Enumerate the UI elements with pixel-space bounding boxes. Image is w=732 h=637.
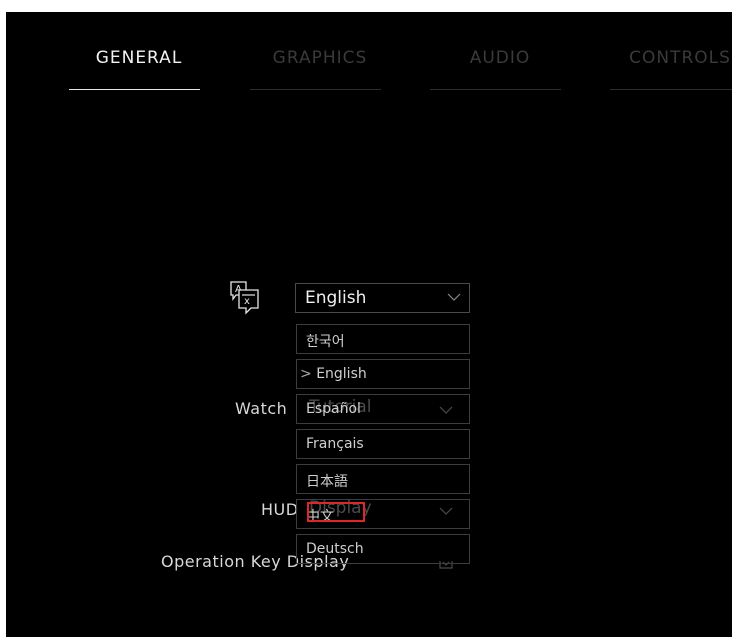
language-option-label: 한국어 [306, 334, 345, 350]
tab-audio[interactable]: AUDIO [430, 48, 570, 90]
tab-graphics-label: GRAPHICS [272, 48, 368, 68]
tab-controls[interactable]: CONTROLS [610, 48, 732, 90]
tab-general-label: GENERAL [95, 48, 183, 68]
tab-controls-underline [610, 89, 732, 90]
translate-icon: A x [230, 281, 259, 315]
tab-audio-underline [430, 89, 561, 90]
language-option-label: English [316, 366, 367, 382]
hud-display-label: HUD [261, 500, 299, 519]
language-option-label: 日本語 [306, 474, 348, 490]
language-option-japanese[interactable]: 日本語 [296, 464, 470, 494]
language-option-german[interactable]: Deutsch [296, 534, 470, 564]
language-select[interactable]: English [295, 283, 470, 313]
language-option-korean[interactable]: 한국어 [296, 324, 470, 354]
svg-text:x: x [244, 296, 250, 307]
language-option-label: Deutsch [306, 541, 364, 557]
language-select-value: English [305, 288, 367, 308]
language-option-english[interactable]: > English [296, 359, 470, 389]
tab-general[interactable]: GENERAL [69, 48, 209, 90]
tab-general-underline [69, 89, 200, 90]
tab-graphics[interactable]: GRAPHICS [250, 48, 390, 90]
language-option-spanish[interactable]: Español [296, 394, 470, 424]
language-option-label: Français [306, 436, 364, 452]
selection-highlight-box [307, 502, 365, 522]
language-option-label: Español [306, 401, 361, 417]
language-option-french[interactable]: Français [296, 429, 470, 459]
watch-tutorial-label: Watch [235, 399, 288, 418]
tab-controls-label: CONTROLS [629, 48, 731, 68]
tab-graphics-underline [250, 89, 381, 90]
settings-panel: GENERAL GRAPHICS AUDIO CONTROLS Watch Tu… [6, 12, 732, 637]
selected-marker: > [300, 366, 312, 382]
chevron-down-icon [447, 293, 461, 301]
tab-audio-label: AUDIO [469, 48, 531, 68]
